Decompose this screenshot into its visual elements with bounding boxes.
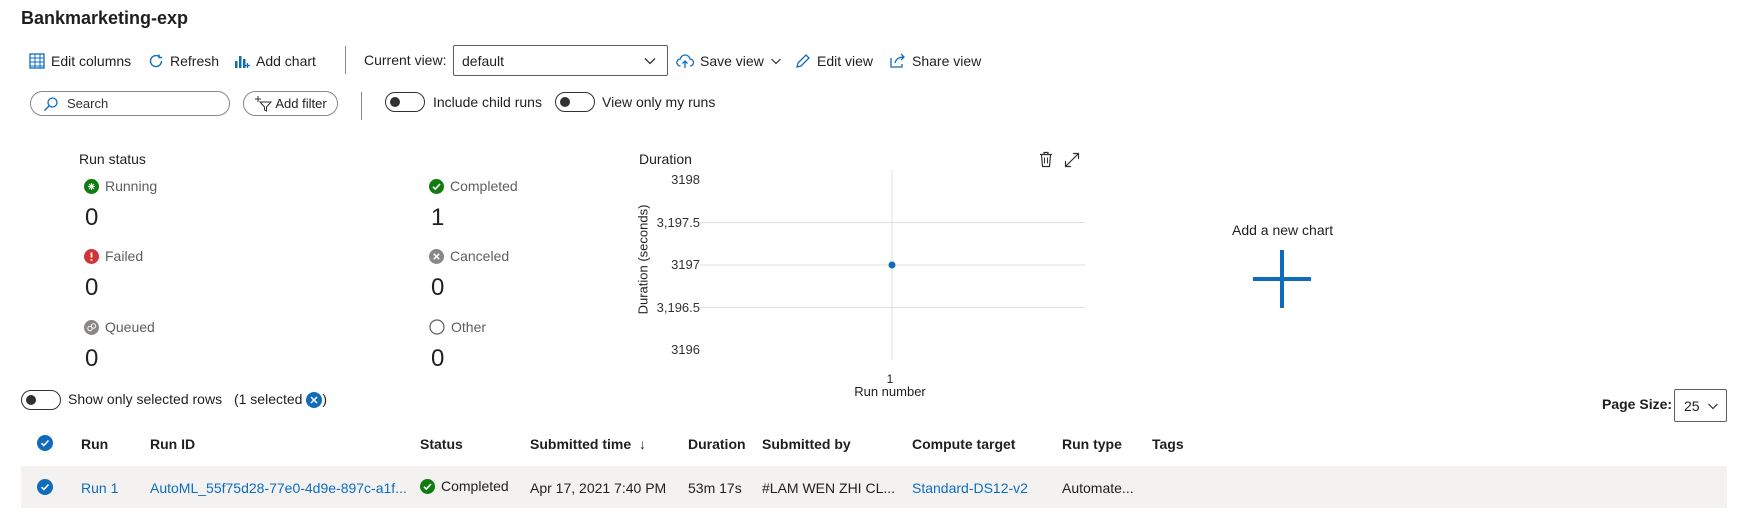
filter-divider <box>361 92 362 120</box>
add-new-chart-label: Add a new chart <box>1232 222 1334 238</box>
edit-view-label: Edit view <box>817 53 874 69</box>
queued-icon <box>84 319 99 335</box>
bar-chart-add-icon <box>235 56 250 68</box>
y-tick-label: 3196 <box>671 342 700 357</box>
edit-view-button[interactable]: Edit view <box>795 50 873 72</box>
view-only-my-runs-label: View only my runs <box>602 94 716 110</box>
status-canceled-count: 0 <box>431 274 445 301</box>
status-queued-count: 0 <box>85 345 99 372</box>
cloud-upload-icon <box>676 54 694 68</box>
add-chart-button[interactable]: Add chart <box>234 50 316 72</box>
pencil-icon <box>796 54 810 68</box>
y-tick-label: 3,196.5 <box>656 299 700 315</box>
chevron-down-icon <box>770 58 781 65</box>
column-header-run-id[interactable]: Run ID <box>150 436 195 452</box>
trash-icon[interactable] <box>1038 151 1054 168</box>
current-view-value: default <box>462 52 505 69</box>
status-other: Other <box>429 319 486 335</box>
current-view-label: Current view: <box>364 52 447 68</box>
column-header-tags[interactable]: Tags <box>1152 436 1184 452</box>
data-point[interactable] <box>888 261 896 269</box>
status-running-count: 0 <box>85 204 99 231</box>
add-filter-label: Add filter <box>275 96 327 111</box>
row-checkbox[interactable] <box>37 479 53 495</box>
status-failed-count: 0 <box>85 274 99 301</box>
y-tick-label: 3197 <box>671 257 700 272</box>
duration-chart <box>700 170 1085 360</box>
add-chart-label: Add chart <box>256 53 316 69</box>
chevron-down-icon <box>1708 403 1718 410</box>
selected-count: (1 selected <box>233 391 303 407</box>
add-chart-plus-icon[interactable] <box>1251 248 1313 310</box>
x-axis-label: Run number <box>854 384 926 399</box>
check-circle-icon <box>429 178 444 194</box>
column-header-status[interactable]: Status <box>420 436 463 452</box>
compute-target-link[interactable]: Standard-DS12-v2 <box>912 480 1028 496</box>
include-child-runs-label: Include child runs <box>433 94 542 110</box>
error-icon <box>84 248 99 264</box>
status-running: Running <box>84 178 157 194</box>
status-other-count: 0 <box>431 345 445 372</box>
share-icon <box>890 53 905 68</box>
chevron-down-icon <box>644 58 656 65</box>
y-tick-label: 3198 <box>671 172 700 187</box>
column-header-submitted-time[interactable]: Submitted time ↓ <box>530 436 646 452</box>
expand-icon[interactable] <box>1064 151 1080 168</box>
sort-desc-icon: ↓ <box>639 436 647 452</box>
column-header-submitted-by[interactable]: Submitted by <box>762 436 851 452</box>
y-tick-label: 3,197.5 <box>656 214 700 230</box>
current-view-select[interactable]: default <box>453 45 668 76</box>
status-failed: Failed <box>84 248 143 264</box>
page-title: Bankmarketing-exp <box>21 8 189 28</box>
edit-columns-button[interactable]: Edit columns <box>29 50 131 72</box>
page-size-label: Page Size: <box>1602 396 1673 412</box>
status-completed-count: 1 <box>431 204 445 231</box>
search-input[interactable]: Search <box>30 91 230 116</box>
search-icon <box>44 96 58 111</box>
clear-selection-icon[interactable] <box>306 392 323 409</box>
cancel-circle-icon <box>429 248 444 264</box>
search-placeholder: Search <box>67 96 109 111</box>
selected-count-close: ) <box>322 391 328 407</box>
page-size-value: 25 <box>1684 397 1700 414</box>
select-all-checkbox[interactable] <box>37 435 53 451</box>
submitted-time-cell: Apr 17, 2021 7:40 PM <box>530 480 667 496</box>
status-canceled: Canceled <box>429 248 509 264</box>
refresh-icon <box>149 54 163 68</box>
refresh-button[interactable]: Refresh <box>148 50 219 72</box>
add-filter-button[interactable]: Add filter <box>243 91 338 116</box>
column-header-run[interactable]: Run <box>81 436 108 452</box>
edit-columns-label: Edit columns <box>51 53 132 69</box>
status-queued: Queued <box>84 319 155 335</box>
share-view-label: Share view <box>912 53 982 69</box>
column-header-compute-target[interactable]: Compute target <box>912 436 1015 452</box>
table-grid-icon <box>29 53 45 69</box>
show-only-selected-toggle[interactable] <box>21 390 61 410</box>
toolbar-divider <box>345 46 346 74</box>
check-circle-icon <box>420 478 435 494</box>
column-header-duration[interactable]: Duration <box>688 436 746 452</box>
run-type-cell: Automate... <box>1062 480 1134 496</box>
view-only-my-runs-toggle[interactable] <box>555 92 595 112</box>
save-view-label: Save view <box>700 53 764 69</box>
running-icon <box>84 178 99 194</box>
chart-title: Duration <box>639 151 692 167</box>
status-cell: Completed <box>420 478 509 494</box>
page-size-select[interactable]: 25 <box>1674 389 1727 422</box>
filter-add-icon <box>255 95 273 112</box>
empty-circle-icon <box>429 319 445 335</box>
run-status-title: Run status <box>79 151 146 167</box>
selected-rows-bar: Show only selected rows (1 selected ) <box>68 391 328 409</box>
column-header-run-type[interactable]: Run type <box>1062 436 1122 452</box>
refresh-label: Refresh <box>170 53 220 69</box>
status-completed: Completed <box>429 178 518 194</box>
include-child-runs-toggle[interactable] <box>385 92 425 112</box>
duration-cell: 53m 17s <box>688 480 742 496</box>
run-link[interactable]: Run 1 <box>81 480 118 496</box>
show-only-selected-label: Show only selected rows <box>68 391 223 407</box>
submitted-by-cell: #LAM WEN ZHI CL... <box>762 480 896 496</box>
share-view-button[interactable]: Share view <box>889 50 981 72</box>
save-view-button[interactable]: Save view <box>676 50 782 72</box>
run-id-link[interactable]: AutoML_55f75d28-77e0-4d9e-897c-a1f... <box>150 480 407 496</box>
